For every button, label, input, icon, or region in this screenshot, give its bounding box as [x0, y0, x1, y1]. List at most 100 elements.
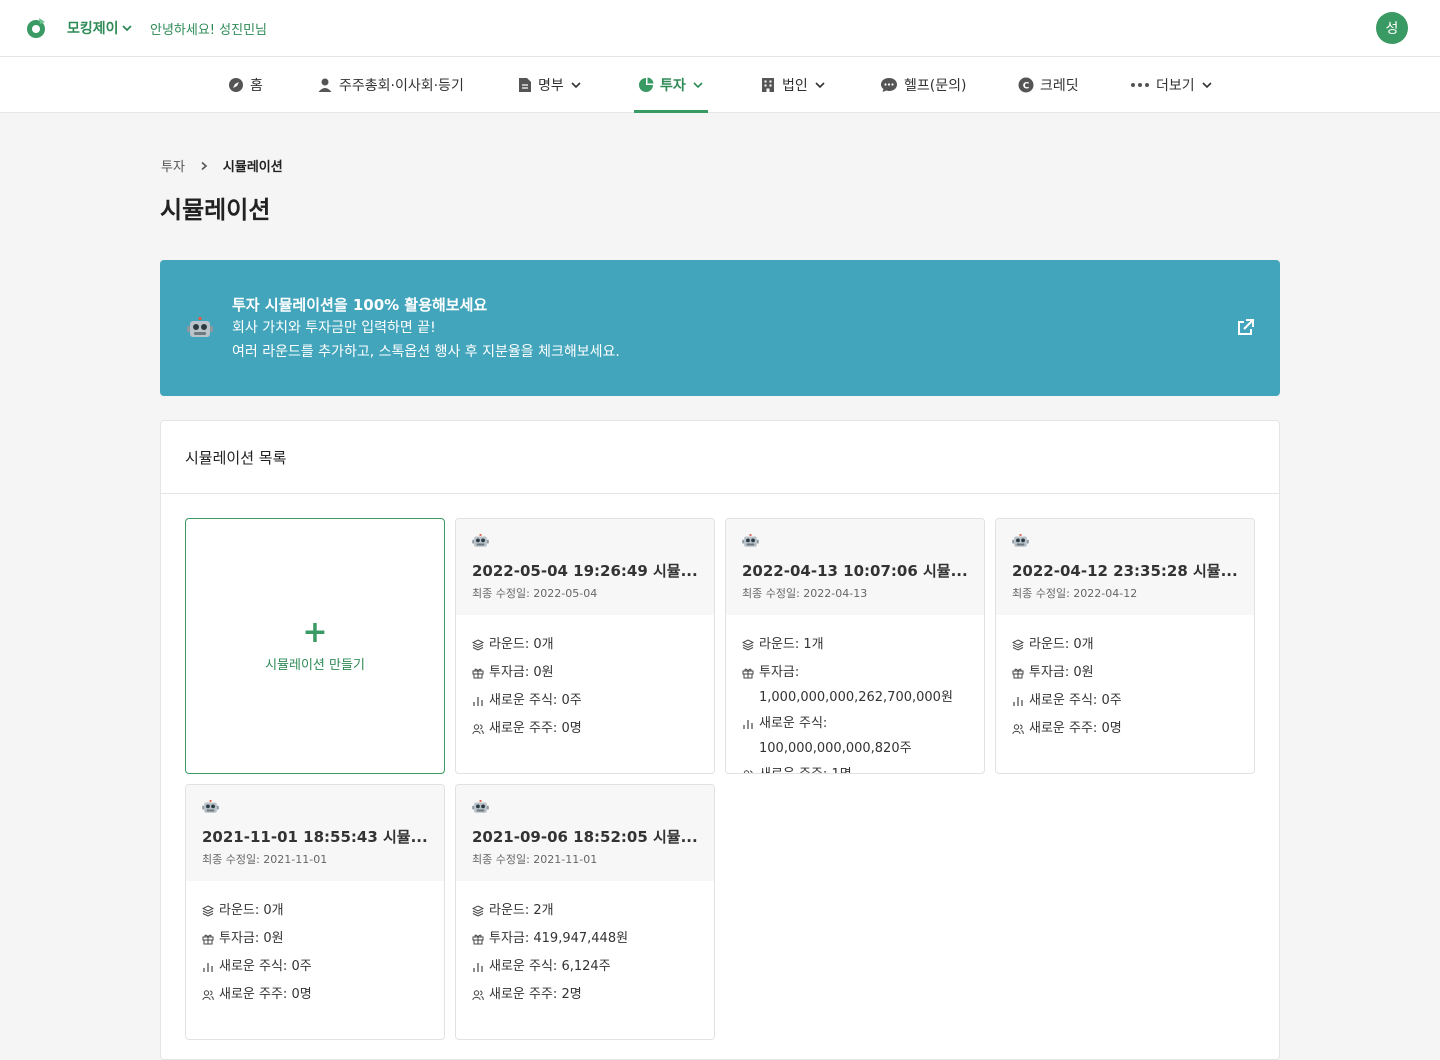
- users-icon: [472, 724, 484, 735]
- robot-icon: [1012, 534, 1029, 547]
- card-modified-date: 최종 수정일: 2021-11-01: [202, 853, 328, 866]
- compass-icon: [229, 77, 243, 92]
- gift-icon: [1012, 668, 1024, 679]
- nav-label: 명부: [538, 77, 564, 94]
- nav-label: 홈: [250, 77, 263, 94]
- robot-icon: [472, 534, 489, 547]
- stat-new-holders: 새로운 주주: 0명: [202, 981, 428, 1009]
- stat-rounds: 라운드: 0개: [1012, 631, 1238, 659]
- info-banner: 투자 시뮬레이션을 100% 활용해보세요 회사 가치와 투자금만 입력하면 끝…: [160, 260, 1280, 396]
- bar-chart-icon: [473, 697, 483, 706]
- nav-label: 법인: [782, 77, 808, 94]
- nav-item-investment[interactable]: 투자: [634, 57, 708, 113]
- banner-line: 회사 가치와 투자금만 입력하면 끝!: [232, 320, 436, 336]
- bar-chart-icon: [743, 720, 753, 729]
- card-title: 2021-09-06 18:52:05 시뮬...: [472, 828, 698, 846]
- chevron-down-icon: [693, 81, 703, 88]
- stat-new-shares: 새로운 주식: 0주: [1012, 687, 1238, 715]
- gift-icon: [202, 934, 214, 945]
- robot-icon: [187, 317, 213, 337]
- nav-label: 더보기: [1156, 77, 1195, 94]
- card-header: 2022-05-04 19:26:49 시뮬... 최종 수정일: 2022-0…: [456, 519, 714, 615]
- stat-rounds-value: 라운드: 0개: [219, 903, 284, 918]
- stat-new-holders-value: 새로운 주주: 0명: [219, 987, 312, 1002]
- avatar[interactable]: 성: [1376, 12, 1408, 44]
- card-header: 2021-09-06 18:52:05 시뮬... 최종 수정일: 2021-1…: [456, 785, 714, 881]
- stat-new-shares-value: 새로운 주식: 100,000,000,000,820주: [759, 716, 912, 756]
- simulation-card[interactable]: 2022-05-04 19:26:49 시뮬... 최종 수정일: 2022-0…: [455, 518, 715, 774]
- company-name: 모킹제이: [67, 21, 119, 37]
- card-title: 2022-04-13 10:07:06 시뮬...: [742, 562, 968, 580]
- card-body: 라운드: 0개 투자금: 0원 새로운 주식: 0주 새로운 주주: 0명: [186, 881, 444, 1009]
- chevron-down-icon: [1202, 81, 1212, 88]
- nav-label: 헬프(문의): [904, 77, 967, 94]
- pie-chart-icon: [639, 77, 654, 92]
- card-title: 2022-04-12 23:35:28 시뮬...: [1012, 562, 1238, 580]
- stat-new-holders: 새로운 주주: 0명: [472, 715, 698, 743]
- nav-item-registry[interactable]: 명부: [518, 57, 582, 112]
- gift-icon: [472, 934, 484, 945]
- external-link-icon[interactable]: [1235, 318, 1255, 338]
- layers-icon: [202, 905, 214, 917]
- stat-new-holders-value: 새로운 주주: 2명: [489, 987, 582, 1002]
- chevron-down-icon: [571, 81, 581, 88]
- stat-rounds-value: 라운드: 2개: [489, 903, 554, 918]
- card-title: 2021-11-01 18:55:43 시뮬...: [202, 828, 428, 846]
- nav-item-help[interactable]: 헬프(문의): [880, 57, 966, 112]
- banner-line: 여러 라운드를 추가하고, 스톡옵션 행사 후 지분율을 체크해보세요.: [232, 344, 620, 360]
- card-body: 라운드: 0개 투자금: 0원 새로운 주식: 0주 새로운 주주: 0명: [456, 615, 714, 743]
- gift-icon: [742, 668, 754, 679]
- logo-icon[interactable]: [24, 16, 48, 40]
- stat-investment: 투자금: 1,000,000,000,262,700,000원: [742, 659, 968, 710]
- layers-icon: [472, 905, 484, 917]
- chevron-down-icon: [121, 25, 132, 32]
- simulation-card[interactable]: 2022-04-13 10:07:06 시뮬... 최종 수정일: 2022-0…: [725, 518, 985, 774]
- create-simulation-button[interactable]: + 시뮬레이션 만들기: [185, 518, 445, 774]
- page-title: 시뮬레이션: [160, 196, 271, 224]
- company-selector[interactable]: 모킹제이: [67, 18, 133, 38]
- nav-item-meetings[interactable]: 주주총회·이사회·등기: [317, 57, 464, 112]
- simulation-card[interactable]: 2021-11-01 18:55:43 시뮬... 최종 수정일: 2021-1…: [185, 784, 445, 1040]
- top-bar: 모킹제이 안녕하세요! 성진민님 성: [0, 0, 1440, 57]
- stat-rounds: 라운드: 1개: [742, 631, 968, 659]
- document-icon: [519, 77, 531, 92]
- nav-item-more[interactable]: 더보기: [1130, 57, 1213, 112]
- stat-new-holders-value: 새로운 주주: 0명: [489, 721, 582, 736]
- card-modified-date: 최종 수정일: 2022-04-13: [742, 587, 868, 600]
- stat-investment-value: 투자금: 1,000,000,000,262,700,000원: [759, 665, 953, 705]
- breadcrumb-item-investment[interactable]: 투자: [161, 156, 185, 175]
- nav-item-home[interactable]: 홈: [228, 57, 263, 112]
- layers-icon: [1012, 639, 1024, 651]
- chevron-down-icon: [815, 81, 825, 88]
- stat-new-shares: 새로운 주식: 100,000,000,000,820주: [742, 710, 968, 761]
- simulation-list-panel: 시뮬레이션 목록 + 시뮬레이션 만들기 2022-05-04 19:26:49…: [160, 420, 1280, 1060]
- stat-new-shares: 새로운 주식: 6,124주: [472, 953, 698, 981]
- card-body: 라운드: 1개 투자금: 1,000,000,000,262,700,000원 …: [726, 615, 984, 773]
- nav-item-credit[interactable]: C 크레딧: [1018, 57, 1079, 112]
- stat-new-shares-value: 새로운 주식: 6,124주: [489, 959, 611, 974]
- simulation-card[interactable]: 2021-09-06 18:52:05 시뮬... 최종 수정일: 2021-1…: [455, 784, 715, 1040]
- stat-rounds: 라운드: 0개: [472, 631, 698, 659]
- stat-investment-value: 투자금: 0원: [219, 931, 284, 946]
- users-icon: [1012, 724, 1024, 735]
- nav-item-corporation[interactable]: 법인: [760, 57, 826, 112]
- stat-new-shares-value: 새로운 주식: 0주: [489, 693, 582, 708]
- stat-new-holders: 새로운 주주: 1명: [742, 761, 968, 773]
- simulation-card[interactable]: 2022-04-12 23:35:28 시뮬... 최종 수정일: 2022-0…: [995, 518, 1255, 774]
- card-body: 라운드: 0개 투자금: 0원 새로운 주식: 0주 새로운 주주: 0명: [996, 615, 1254, 743]
- stat-new-holders-value: 새로운 주주: 1명: [759, 761, 852, 773]
- stat-investment-value: 투자금: 0원: [1029, 665, 1094, 680]
- nav-label: 주주총회·이사회·등기: [339, 77, 464, 94]
- nav-label: 투자: [660, 77, 686, 94]
- stat-investment: 투자금: 0원: [1012, 659, 1238, 687]
- stat-new-holders-value: 새로운 주주: 0명: [1029, 721, 1122, 736]
- breadcrumb-item-current: 시뮬레이션: [222, 160, 283, 175]
- breadcrumb: 투자 시뮬레이션: [161, 156, 283, 175]
- stat-investment: 투자금: 0원: [202, 925, 428, 953]
- layers-icon: [742, 639, 754, 651]
- bar-chart-icon: [473, 963, 483, 972]
- stat-rounds-value: 라운드: 0개: [1029, 637, 1094, 652]
- robot-icon: [742, 534, 759, 547]
- bar-chart-icon: [203, 963, 213, 972]
- card-body: 라운드: 2개 투자금: 419,947,448원 새로운 주식: 6,124주…: [456, 881, 714, 1009]
